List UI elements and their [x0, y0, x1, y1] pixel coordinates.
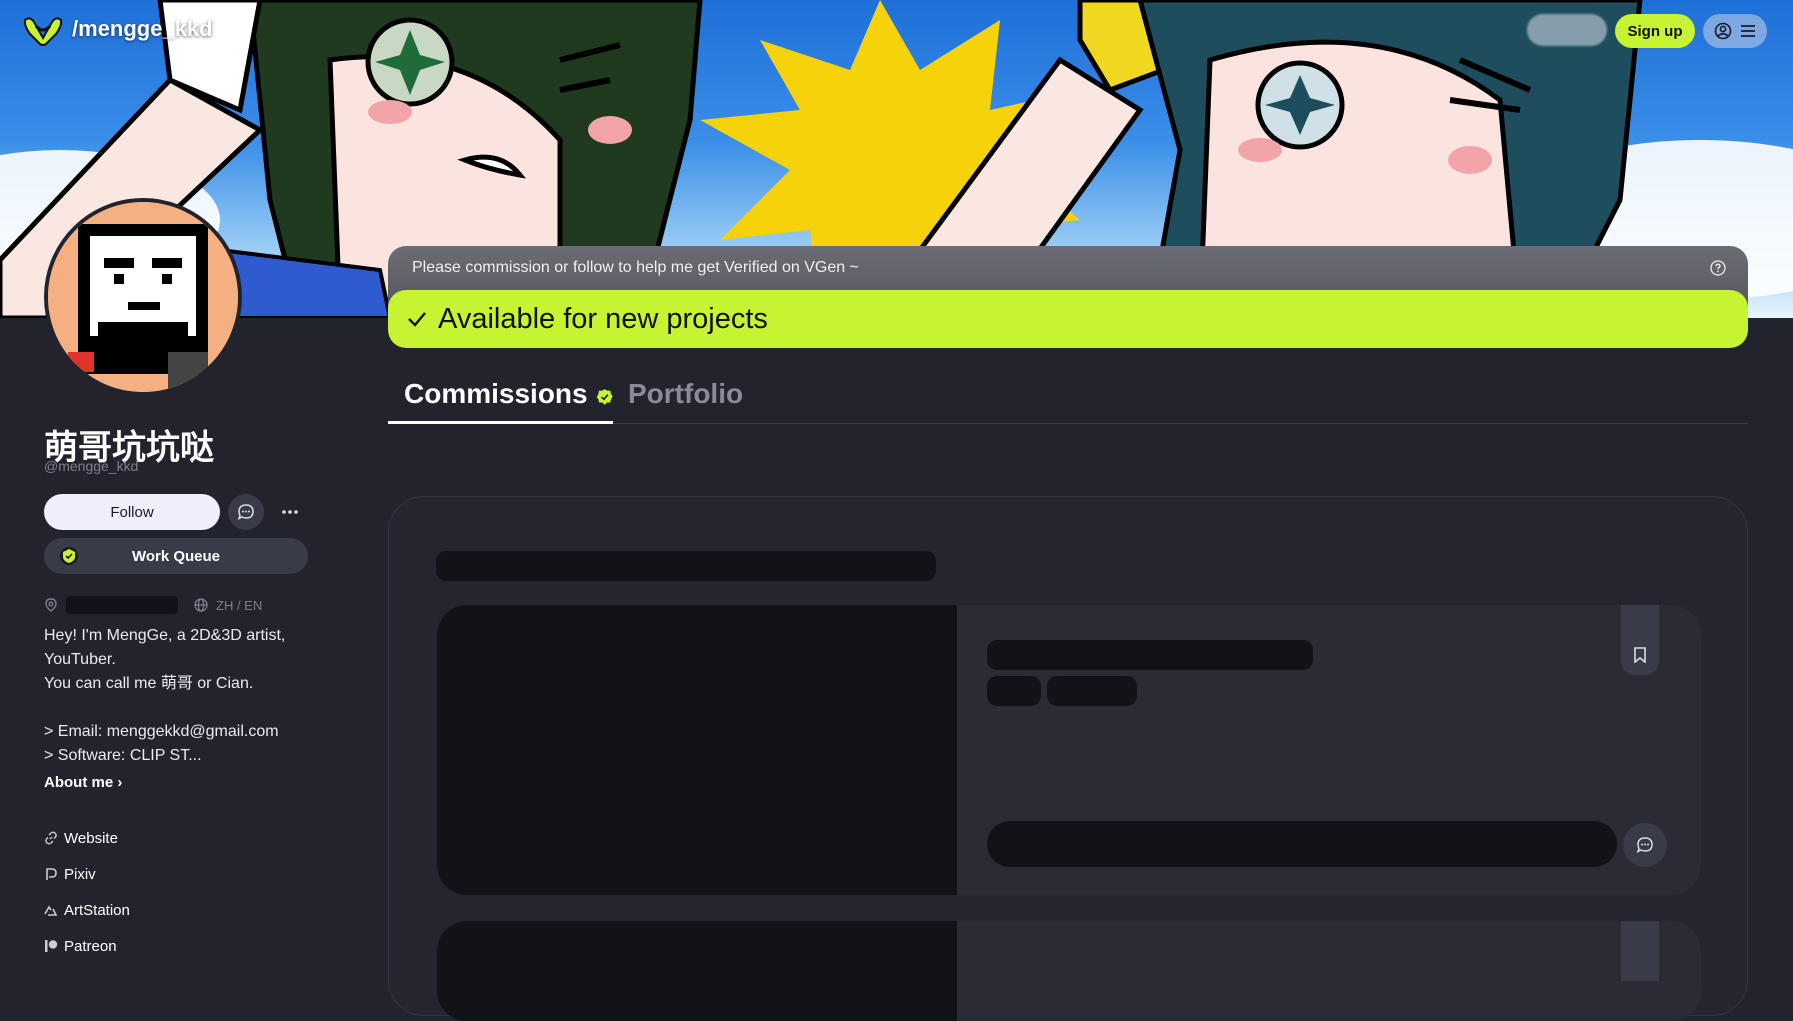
account-menu-button[interactable]	[1703, 14, 1767, 48]
card-message-button[interactable]	[1623, 823, 1667, 867]
profile-meta: ZH / EN	[44, 596, 262, 614]
commissions-panel	[388, 496, 1748, 1021]
globe-icon	[194, 598, 208, 612]
commission-card-skeleton[interactable]	[437, 605, 1701, 895]
check-icon	[408, 312, 426, 327]
avatar[interactable]	[44, 198, 242, 396]
artstation-icon	[44, 905, 58, 916]
social-links: Website Pixiv ArtStation Patreon	[44, 820, 130, 964]
tab-portfolio[interactable]: Portfolio	[628, 378, 743, 424]
link-label: ArtStation	[64, 901, 130, 919]
link-artstation[interactable]: ArtStation	[44, 892, 130, 928]
help-icon[interactable]	[1710, 260, 1726, 276]
user-icon	[1714, 22, 1732, 40]
user-handle: @mengge_kkd	[44, 458, 139, 474]
verified-badge-icon	[60, 547, 78, 565]
link-icon	[45, 831, 57, 845]
bookmark-button[interactable]	[1621, 605, 1659, 675]
signup-button[interactable]: Sign up	[1615, 14, 1695, 48]
card-image-placeholder	[437, 921, 957, 1021]
card-image-placeholder	[437, 605, 957, 895]
link-pixiv[interactable]: Pixiv	[44, 856, 130, 892]
tab-label: Portfolio	[628, 378, 744, 409]
skeleton-title	[987, 640, 1313, 670]
site-header: /mengge_kkd	[22, 12, 245, 46]
message-button[interactable]	[228, 494, 264, 530]
skeleton-heading	[436, 551, 936, 581]
more-options-button[interactable]	[272, 494, 308, 530]
link-patreon[interactable]: Patreon	[44, 928, 130, 964]
skeleton-tag	[987, 676, 1041, 706]
copy-icon[interactable]	[227, 20, 245, 38]
pixiv-icon	[46, 868, 57, 880]
blurred-nav-pill[interactable]	[1527, 14, 1607, 46]
vgen-logo-icon[interactable]	[22, 12, 64, 46]
status-message: Please commission or follow to help me g…	[412, 259, 859, 276]
chat-bubble-icon	[1636, 837, 1653, 853]
work-queue-button[interactable]: Work Queue	[44, 538, 308, 574]
availability-banner: Available for new projects	[388, 290, 1748, 348]
skeleton-request-button	[987, 821, 1617, 867]
work-queue-label: Work Queue	[131, 547, 221, 565]
more-horizontal-icon	[282, 510, 298, 514]
bio-text: Hey! I'm MengGe, a 2D&3D artist, YouTube…	[44, 627, 286, 764]
location-pin-icon	[45, 598, 57, 612]
link-label: Pixiv	[64, 865, 96, 883]
page-handle-title: /mengge_kkd	[72, 16, 213, 41]
patreon-icon	[45, 940, 58, 952]
skeleton-tag	[1047, 676, 1137, 706]
about-me-link[interactable]: About me ›	[44, 774, 122, 791]
availability-label: Available for new projects	[438, 302, 768, 335]
link-label: Website	[64, 829, 118, 847]
bookmark-icon	[1634, 647, 1646, 663]
hamburger-menu-icon	[1741, 25, 1755, 37]
status-card: Please commission or follow to help me g…	[388, 246, 1748, 348]
verified-check-icon	[596, 389, 613, 405]
profile-tabs: Commissions Portfolio	[388, 378, 1748, 424]
tab-commissions[interactable]: Commissions	[388, 378, 613, 424]
commission-card-skeleton[interactable]	[437, 921, 1701, 1021]
languages: ZH / EN	[216, 597, 263, 613]
follow-button[interactable]: Follow	[44, 494, 220, 530]
location-redacted	[66, 596, 178, 614]
tab-label: Commissions	[404, 378, 588, 409]
link-website[interactable]: Website	[44, 820, 130, 856]
chat-bubble-icon	[237, 504, 254, 520]
link-label: Patreon	[64, 937, 117, 955]
bookmark-button[interactable]	[1621, 921, 1659, 981]
